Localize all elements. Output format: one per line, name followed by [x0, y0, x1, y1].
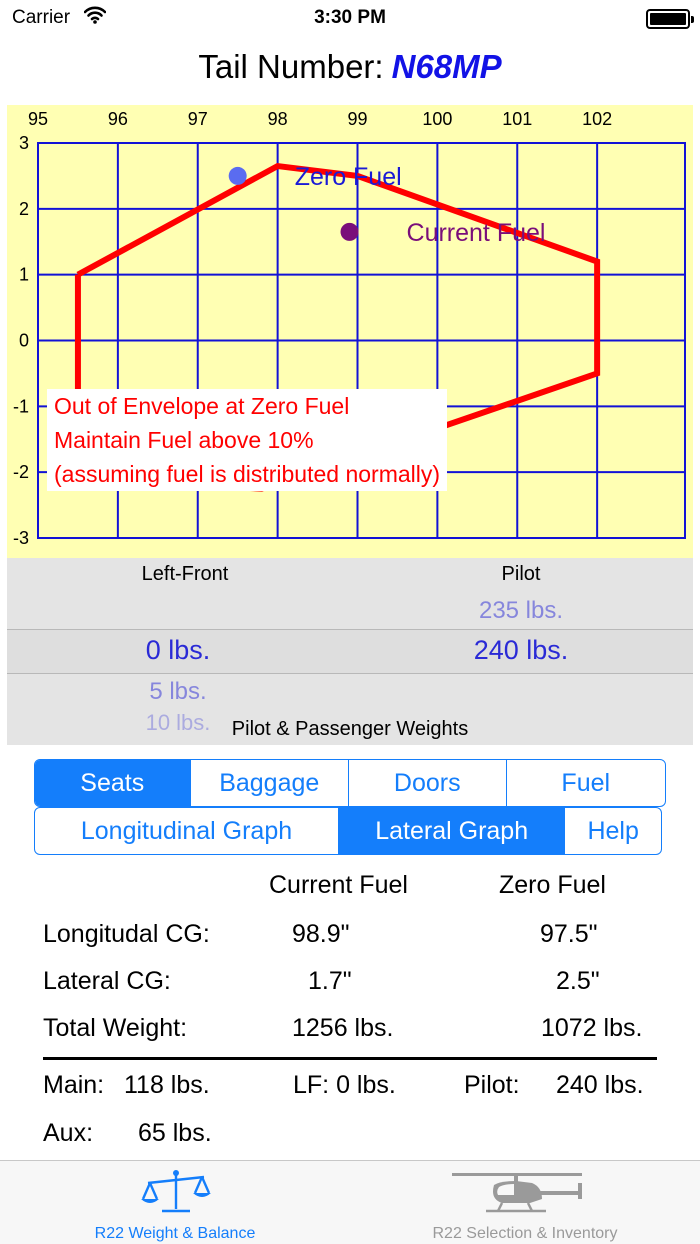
- x-tick-label: 99: [347, 109, 367, 129]
- picker-right-title: Pilot: [421, 563, 621, 586]
- segment-seats[interactable]: Seats: [35, 760, 191, 806]
- row-label-lateral-cg: Lateral CG:: [43, 967, 171, 995]
- segment-lateral-graph[interactable]: Lateral Graph: [339, 808, 566, 854]
- x-tick-label: 100: [422, 109, 452, 129]
- clock: 3:30 PM: [314, 7, 386, 28]
- zero-fuel-point: [228, 166, 247, 185]
- left-front-weight: LF: 0 lbs.: [293, 1071, 396, 1099]
- picker-caption: Pilot & Passenger Weights: [231, 718, 469, 740]
- y-tick-label: 1: [19, 265, 29, 285]
- main-fuel-label: Main:: [43, 1071, 105, 1099]
- segment-baggage[interactable]: Baggage: [191, 760, 349, 806]
- balance-scale-icon: [141, 1170, 211, 1213]
- picker-left-value-selected[interactable]: 0 lbs.: [78, 635, 278, 666]
- y-tick-label: 2: [19, 199, 29, 219]
- x-tick-label: 101: [502, 109, 532, 129]
- warning-line-1: Out of Envelope at Zero Fuel: [54, 393, 350, 419]
- view-segmented-control: Longitudinal Graph Lateral Graph Help: [34, 807, 662, 855]
- segment-longitudinal-graph[interactable]: Longitudinal Graph: [35, 808, 340, 854]
- segment-doors[interactable]: Doors: [349, 760, 507, 806]
- picker-right-value-selected[interactable]: 240 lbs.: [421, 635, 621, 666]
- x-tick-label: 98: [268, 109, 288, 129]
- zero-fuel-label: Zero Fuel: [295, 163, 402, 191]
- pilot-weight-label: Pilot:: [464, 1071, 520, 1099]
- total-weight-zero: 1072 lbs.: [541, 1014, 643, 1042]
- section-segmented-control: Seats Baggage Doors Fuel: [34, 759, 666, 807]
- aux-fuel-value: 65 lbs.: [138, 1119, 212, 1147]
- lateral-cg-current: 1.7": [308, 967, 352, 995]
- column-header-zero-fuel: Zero Fuel: [499, 871, 606, 899]
- y-tick-label: 0: [19, 331, 29, 351]
- x-tick-label: 97: [188, 109, 208, 129]
- x-tick-label: 102: [582, 109, 612, 129]
- picker-left-value-below[interactable]: 5 lbs.: [78, 678, 278, 706]
- tab-bar: R22 Weight & Balance R22 Selection & Inv…: [0, 1160, 700, 1244]
- y-tick-label: 3: [19, 133, 29, 153]
- status-bar: Carrier 3:30 PM: [0, 0, 700, 40]
- segment-help[interactable]: Help: [565, 808, 661, 854]
- tab-weight-balance[interactable]: R22 Weight & Balance: [0, 1161, 350, 1244]
- tab-selection-inventory[interactable]: R22 Selection & Inventory: [350, 1161, 700, 1244]
- current-fuel-label: Current Fuel: [407, 219, 546, 247]
- lateral-cg-zero: 2.5": [556, 967, 600, 995]
- column-header-current-fuel: Current Fuel: [269, 871, 408, 899]
- page-title: Tail Number: N68MP: [0, 48, 700, 86]
- main-fuel-value: 118 lbs.: [124, 1071, 210, 1099]
- pilot-weight-value: 240 lbs.: [556, 1071, 644, 1099]
- y-tick-label: -1: [13, 396, 29, 416]
- weight-picker[interactable]: Left-Front 230 lbs. Pilot 235 lbs. 0 lbs…: [7, 558, 693, 745]
- envelope-warning: Out of Envelope at Zero Fuel Maintain Fu…: [47, 389, 448, 491]
- tab-weight-balance-label: R22 Weight & Balance: [94, 1225, 256, 1242]
- total-weight-current: 1256 lbs.: [292, 1014, 394, 1042]
- picker-right-value-above[interactable]: 235 lbs.: [421, 597, 621, 625]
- warning-line-2: Maintain Fuel above 10%: [54, 427, 314, 453]
- y-tick-label: -3: [13, 528, 29, 548]
- current-fuel-point: [340, 222, 359, 241]
- tab-selection-inventory-label: R22 Selection & Inventory: [432, 1225, 618, 1242]
- helicopter-icon: [452, 1173, 582, 1213]
- y-tick-label: -2: [13, 462, 29, 482]
- row-label-longitudinal-cg: Longitudal CG:: [43, 920, 210, 948]
- tail-number-label: Tail Number:: [198, 48, 384, 85]
- battery-icon: [646, 9, 694, 29]
- longitudinal-cg-zero: 97.5": [540, 920, 598, 948]
- segment-fuel[interactable]: Fuel: [507, 760, 666, 806]
- aux-fuel-label: Aux:: [43, 1119, 94, 1147]
- picker-left-title: Left-Front: [141, 563, 229, 585]
- x-tick-label: 96: [108, 109, 128, 129]
- longitudinal-cg-current: 98.9": [292, 920, 350, 948]
- table-divider: [43, 1057, 657, 1060]
- tail-number-value: N68MP: [391, 48, 502, 85]
- warning-line-3: (assuming fuel is distributed normally): [54, 461, 441, 487]
- x-tick-label: 95: [28, 109, 48, 129]
- row-label-total-weight: Total Weight:: [43, 1014, 188, 1042]
